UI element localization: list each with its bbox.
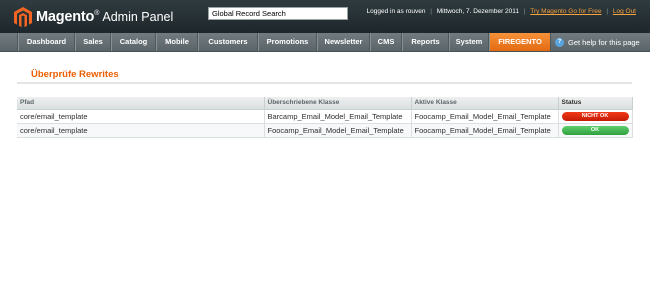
- cell-path: core/email_template: [17, 123, 265, 138]
- logo-registered-mark: ®: [94, 9, 100, 17]
- separator: |: [523, 8, 526, 15]
- nav-item-promotions[interactable]: Promotions: [258, 33, 317, 51]
- logo-wordmark: Magento: [36, 9, 95, 25]
- logged-in-text: Logged in as rouven: [366, 8, 426, 15]
- help-link[interactable]: ? Get help for this page: [555, 33, 640, 51]
- global-search-input[interactable]: [208, 7, 348, 20]
- nav-item-firegento[interactable]: FIREGENTO: [489, 33, 551, 51]
- table-row[interactable]: core/email_template Barcamp_Email_Model_…: [17, 109, 633, 124]
- nav-item-mobile[interactable]: Mobile: [156, 33, 198, 51]
- cell-active-class: Foocamp_Email_Model_Email_Template: [411, 123, 559, 138]
- cell-overridden-class: Barcamp_Email_Model_Email_Template: [264, 109, 412, 124]
- column-header-active-class[interactable]: Aktive Klasse: [411, 97, 559, 110]
- cell-path: core/email_template: [17, 109, 265, 124]
- cell-status: NICHT OK: [558, 109, 633, 124]
- page-title: Überprüfe Rewrites: [31, 69, 119, 80]
- cell-status: OK: [558, 123, 633, 138]
- nav-item-catalog[interactable]: Catalog: [111, 33, 156, 51]
- table-row[interactable]: core/email_template Foocamp_Email_Model_…: [17, 123, 633, 138]
- column-header-status[interactable]: Status: [558, 97, 633, 110]
- status-badge: NICHT OK: [561, 111, 629, 121]
- status-badge: OK: [561, 125, 629, 135]
- help-icon: ?: [555, 37, 564, 47]
- separator: |: [430, 8, 432, 15]
- date-text: Mittwoch, 7. Dezember 2011: [436, 8, 520, 15]
- column-header-path[interactable]: Pfad: [17, 97, 265, 110]
- rewrites-grid: Pfad Überschriebene Klasse Aktive Klasse…: [17, 97, 633, 138]
- logout-link[interactable]: Log Out: [613, 8, 636, 15]
- column-header-overridden-class[interactable]: Überschriebene Klasse: [264, 97, 412, 110]
- nav-item-cms[interactable]: CMS: [370, 33, 402, 51]
- grid-header-row: Pfad Überschriebene Klasse Aktive Klasse…: [17, 97, 633, 110]
- nav-item-reports[interactable]: Reports: [402, 33, 449, 51]
- title-divider: [17, 82, 632, 84]
- nav-item-dashboard[interactable]: Dashboard: [18, 33, 75, 51]
- user-bar: Logged in as rouven | Mittwoch, 7. Dezem…: [367, 8, 636, 15]
- cell-active-class: Foocamp_Email_Model_Email_Template: [411, 109, 559, 124]
- try-magento-go-link[interactable]: Try Magento Go for Free: [530, 8, 601, 15]
- magento-logo[interactable]: Magento ® Admin Panel: [14, 6, 173, 28]
- logo-subtitle: Admin Panel: [102, 10, 174, 24]
- nav-item-system[interactable]: System: [449, 33, 489, 51]
- separator: |: [606, 8, 609, 15]
- help-label: Get help for this page: [568, 37, 640, 47]
- cell-overridden-class: Foocamp_Email_Model_Email_Template: [264, 123, 412, 138]
- nav-spacer: [0, 33, 18, 51]
- main-navigation: Dashboard Sales Catalog Mobile Customers…: [0, 33, 650, 52]
- nav-item-newsletter[interactable]: Newsletter: [317, 33, 370, 51]
- nav-item-customers[interactable]: Customers: [198, 33, 258, 51]
- top-header: Magento ® Admin Panel Logged in as rouve…: [0, 0, 650, 33]
- nav-item-sales[interactable]: Sales: [75, 33, 111, 51]
- magento-logo-icon: [14, 6, 32, 27]
